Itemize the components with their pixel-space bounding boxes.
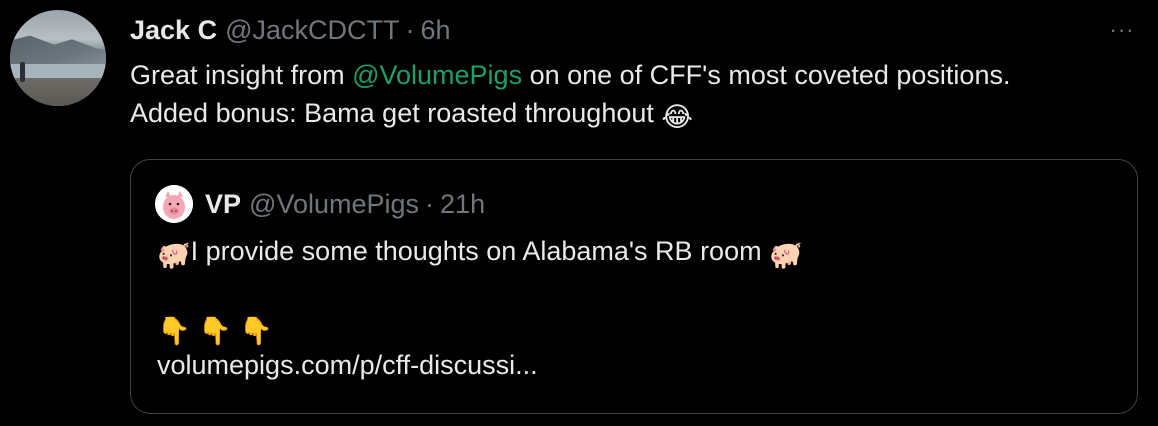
pig-emoji-icon: 🐖 xyxy=(157,240,191,270)
header-separator: · xyxy=(405,14,415,45)
tweet-text-part-2: on one of CFF's most coveted positions. xyxy=(522,60,1011,90)
quoted-text-line-1-text: I provide some thoughts on Alabama's RB … xyxy=(190,236,770,266)
quoted-text-line-1: 🐖I provide some thoughts on Alabama's RB… xyxy=(157,232,1117,270)
quoted-tweet[interactable]: VP @VolumePigs · 21h 🐖I provide some tho… xyxy=(130,159,1138,414)
quoted-header-separator: · xyxy=(425,188,435,219)
pointing-down-icon: 👇 xyxy=(157,316,191,346)
quoted-blank-line xyxy=(157,270,1117,308)
avatar-shore xyxy=(10,78,106,106)
laughing-emoji-icon: 😂 xyxy=(661,102,693,132)
tweet-text-part-1: Great insight from xyxy=(130,60,353,90)
avatar-person xyxy=(20,62,25,82)
author-handle[interactable]: @JackCDCTT xyxy=(225,15,399,46)
quoted-text: 🐖I provide some thoughts on Alabama's RB… xyxy=(157,232,1117,384)
pointing-down-icon: 👇 xyxy=(239,316,273,346)
author-avatar[interactable] xyxy=(10,10,106,106)
pig-avatar-icon xyxy=(155,185,193,223)
tweet-text-line-2: Added bonus: Bama get roasted throughout… xyxy=(130,94,1140,136)
quoted-author-handle[interactable]: @VolumePigs xyxy=(249,189,419,220)
quoted-header: VP @VolumePigs · 21h xyxy=(205,184,485,224)
quoted-link[interactable]: volumepigs.com/p/cff-discussi... xyxy=(157,350,538,380)
tweet-text-line-2-text: Added bonus: Bama get roasted throughout xyxy=(130,98,662,128)
quoted-timestamp[interactable]: 21h xyxy=(440,189,485,220)
tweet-card[interactable]: Jack C @JackCDCTT · 6h ··· Great insight… xyxy=(0,0,1158,426)
tweet-text: Great insight from @VolumePigs on one of… xyxy=(130,56,1140,136)
mention-link[interactable]: @VolumePigs xyxy=(352,60,522,90)
quoted-link-line: volumepigs.com/p/cff-discussi... xyxy=(157,346,1117,384)
quoted-author-avatar[interactable] xyxy=(155,185,193,223)
pointing-down-icon: 👇 xyxy=(198,316,232,346)
tweet-timestamp[interactable]: 6h xyxy=(420,15,450,46)
quoted-author-name[interactable]: VP xyxy=(205,189,241,220)
tweet-header: Jack C @JackCDCTT · 6h xyxy=(130,10,451,50)
pig-emoji-icon: 🐖 xyxy=(769,240,803,270)
quoted-pointing-line: 👇 👇 👇 xyxy=(157,308,1117,346)
more-options-icon[interactable]: ··· xyxy=(1104,12,1140,48)
author-name[interactable]: Jack C xyxy=(130,15,217,46)
tweet-text-line-1: Great insight from @VolumePigs on one of… xyxy=(130,56,1140,94)
